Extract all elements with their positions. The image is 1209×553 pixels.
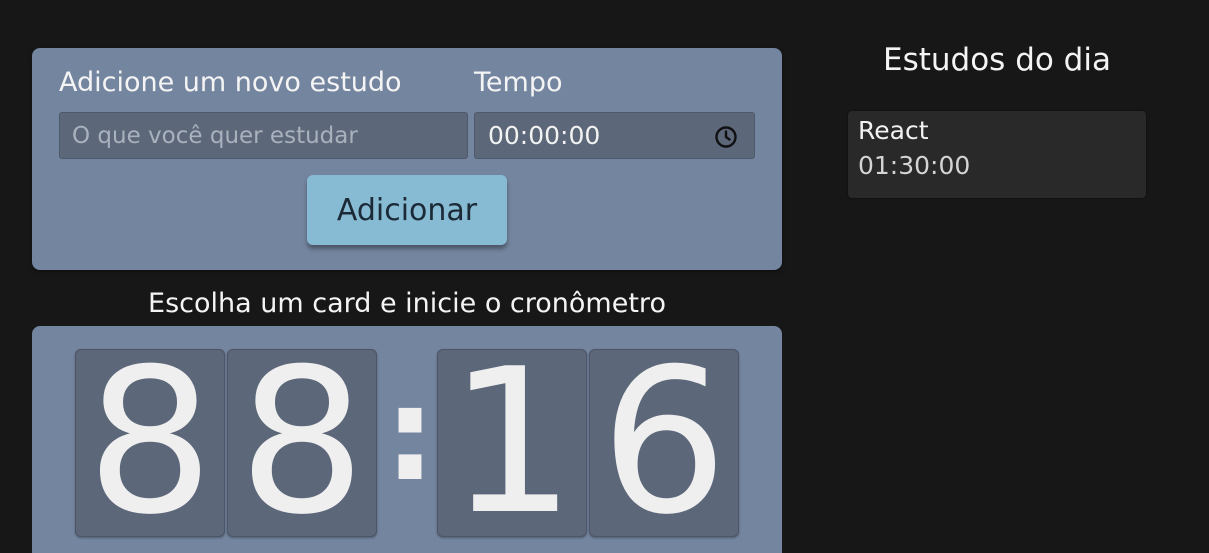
- clock-icon[interactable]: [714, 125, 738, 149]
- study-item-time: 01:30:00: [858, 151, 971, 180]
- time-input[interactable]: 00:00:00: [474, 112, 755, 159]
- seconds-tens-digit: 1: [437, 349, 587, 537]
- time-separator: :: [384, 358, 436, 510]
- study-item-name: React: [858, 116, 929, 145]
- new-study-form: Adicione um novo estudo Tempo 00:00:00 A…: [32, 48, 782, 270]
- stopwatch: 8 8 : 1 6: [32, 326, 782, 553]
- time-label: Tempo: [474, 67, 563, 98]
- study-label: Adicione um novo estudo: [59, 67, 402, 98]
- app-root: Adicione um novo estudo Tempo 00:00:00 A…: [0, 0, 1209, 553]
- seconds-ones-digit: 6: [589, 349, 739, 537]
- sidebar-title: Estudos do dia: [883, 42, 1111, 78]
- timer-title: Escolha um card e inicie o cronômetro: [148, 288, 666, 319]
- study-list-item[interactable]: React 01:30:00: [848, 111, 1146, 198]
- time-value: 00:00:00: [488, 121, 601, 150]
- minutes-tens-digit: 8: [75, 349, 225, 537]
- add-button[interactable]: Adicionar: [307, 175, 507, 245]
- minutes-ones-digit: 8: [227, 349, 377, 537]
- study-input[interactable]: [59, 112, 468, 159]
